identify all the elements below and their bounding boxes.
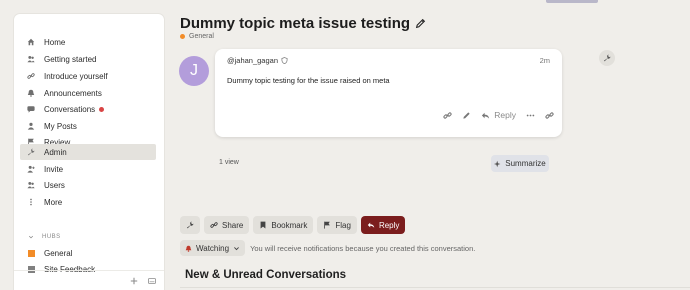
post-timestamp[interactable]: 2m bbox=[540, 56, 550, 65]
reply-button[interactable]: Reply bbox=[360, 216, 406, 234]
notification-reason: You will receive notifications because y… bbox=[250, 243, 476, 253]
bookmark-label: Bookmark bbox=[271, 220, 308, 230]
post-reply-button[interactable]: Reply bbox=[481, 110, 516, 120]
divider bbox=[180, 287, 690, 288]
link-icon bbox=[210, 222, 218, 228]
top-accent-bar bbox=[546, 0, 598, 3]
sidebar-item-label: Admin bbox=[44, 147, 67, 157]
sidebar-item-label: Introduce yourself bbox=[44, 71, 108, 81]
category-dot bbox=[180, 34, 185, 39]
sidebar-item-label: Invite bbox=[44, 164, 64, 174]
comments-icon bbox=[26, 104, 36, 114]
hubs-heading: HUBS bbox=[42, 234, 61, 240]
topic-title[interactable]: Dummy topic meta issue testing bbox=[180, 15, 426, 32]
share-label: Share bbox=[222, 220, 244, 230]
sidebar-item-label: Users bbox=[44, 180, 65, 190]
sidebar-item-label: Conversations bbox=[44, 104, 96, 114]
post-username[interactable]: @jahan_gagan bbox=[227, 56, 288, 65]
chevron-down-icon bbox=[234, 246, 239, 250]
sidebar-item-label: My Posts bbox=[44, 121, 77, 131]
reply-icon bbox=[367, 222, 375, 228]
sidebar-category-general[interactable]: General bbox=[20, 245, 156, 261]
users-icon bbox=[26, 54, 36, 64]
topic-category-name: General bbox=[189, 33, 214, 40]
chevron-down-icon bbox=[26, 232, 36, 242]
summarize-label: Summarize bbox=[505, 159, 546, 168]
sidebar-item-my-posts[interactable]: My Posts bbox=[20, 118, 156, 134]
share-link-icon[interactable] bbox=[545, 111, 554, 120]
sidebar-item-label: Getting started bbox=[44, 54, 97, 64]
sidebar-item-label: More bbox=[44, 197, 63, 207]
sidebar-item-more[interactable]: More bbox=[20, 194, 156, 210]
keyboard-icon[interactable] bbox=[148, 277, 156, 285]
notifications-dropdown[interactable]: Watching bbox=[180, 240, 246, 256]
wrench-icon bbox=[186, 221, 194, 229]
sidebar-item-conversations[interactable]: Conversations bbox=[20, 101, 156, 117]
sidebar-item-introduce-yourself[interactable]: Introduce yourself bbox=[20, 68, 156, 84]
topic-title-text: Dummy topic meta issue testing bbox=[180, 15, 411, 32]
user-plus-icon bbox=[26, 164, 36, 174]
post-body: Dummy topic testing for the issue raised… bbox=[227, 76, 390, 85]
users-icon bbox=[26, 180, 36, 190]
username-text: @jahan_gagan bbox=[227, 56, 278, 65]
avatar-letter: J bbox=[190, 62, 198, 79]
share-button[interactable]: Share bbox=[204, 216, 250, 234]
admin-wrench-button[interactable] bbox=[180, 216, 200, 234]
view-count: 1 view bbox=[219, 159, 239, 166]
sidebar-item-label: General bbox=[44, 248, 73, 258]
sparkles-icon bbox=[494, 160, 501, 167]
wrench-icon bbox=[603, 54, 611, 62]
post-card: @jahan_gagan 2m Dummy topic testing for … bbox=[215, 49, 562, 137]
wrench-icon bbox=[26, 147, 36, 157]
sidebar-item-users[interactable]: Users bbox=[20, 177, 156, 193]
reply-label: Reply bbox=[494, 110, 516, 120]
flag-icon bbox=[324, 221, 331, 229]
ellipsis-icon[interactable] bbox=[526, 111, 535, 120]
notification-row: Watching You will receive notifications … bbox=[180, 240, 475, 256]
suggested-topics-heading: New & Unread Conversations bbox=[185, 269, 347, 281]
post-actions: Reply bbox=[443, 110, 554, 120]
user-icon bbox=[26, 121, 36, 131]
reply-label: Reply bbox=[378, 220, 400, 230]
pencil-icon[interactable] bbox=[462, 111, 471, 120]
pencil-icon[interactable] bbox=[415, 18, 426, 29]
topic-admin-button[interactable] bbox=[599, 50, 615, 66]
ellipsis-vertical-icon bbox=[26, 197, 36, 207]
sidebar-item-invite[interactable]: Invite bbox=[20, 161, 156, 177]
sidebar-item-getting-started[interactable]: Getting started bbox=[20, 51, 156, 67]
avatar[interactable]: J bbox=[179, 56, 209, 86]
sidebar-item-announcements[interactable]: Announcements bbox=[20, 85, 156, 101]
sidebar-footer bbox=[14, 270, 164, 290]
hubs-section-header[interactable]: HUBS bbox=[26, 232, 61, 242]
bookmark-icon bbox=[260, 221, 266, 229]
bookmark-button[interactable]: Bookmark bbox=[253, 216, 314, 234]
home-icon bbox=[26, 37, 36, 47]
reply-icon bbox=[482, 112, 490, 119]
category-swatch bbox=[26, 248, 36, 258]
sidebar-item-label: Home bbox=[44, 37, 66, 47]
flag-label: Flag bbox=[335, 220, 351, 230]
summarize-button[interactable]: Summarize bbox=[491, 155, 549, 172]
bell-icon bbox=[185, 245, 192, 252]
link-icon bbox=[26, 71, 36, 81]
sidebar: Home Getting started Introduce yourself … bbox=[14, 14, 164, 290]
topic-footer-buttons: Share Bookmark Flag Reply bbox=[180, 216, 406, 234]
sidebar-item-admin[interactable]: Admin bbox=[20, 144, 156, 160]
unread-badge bbox=[99, 106, 105, 112]
flag-button[interactable]: Flag bbox=[317, 216, 357, 234]
sidebar-item-home[interactable]: Home bbox=[20, 34, 156, 50]
watching-label: Watching bbox=[196, 243, 230, 253]
shield-icon bbox=[281, 57, 288, 64]
plus-icon[interactable] bbox=[130, 277, 138, 285]
sidebar-item-label: Announcements bbox=[44, 88, 102, 98]
bell-icon bbox=[26, 88, 36, 98]
link-icon[interactable] bbox=[443, 111, 452, 120]
topic-category-badge[interactable]: General bbox=[180, 33, 214, 40]
